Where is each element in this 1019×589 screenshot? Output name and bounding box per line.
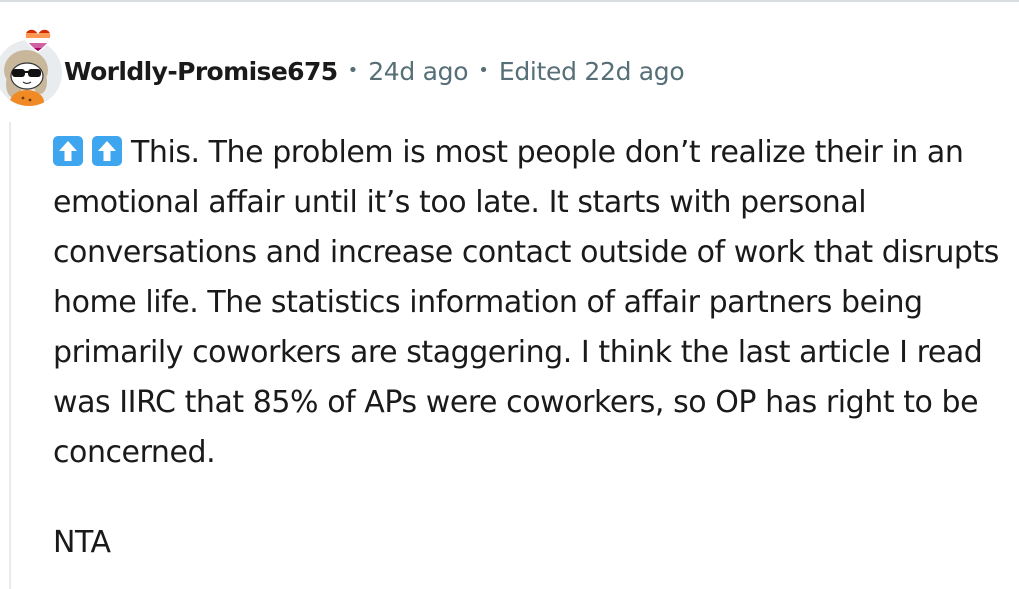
comment-header: Worldly-Promise675 • 24d ago • Edited 22… xyxy=(64,52,685,90)
verdict-text: NTA xyxy=(53,525,111,560)
lesbian-pride-heart-icon xyxy=(24,28,52,54)
comment: Worldly-Promise675 • 24d ago • Edited 22… xyxy=(0,0,1019,589)
up-arrow-emoji-icon xyxy=(53,136,83,166)
separator-dot: • xyxy=(347,59,359,81)
thread-line[interactable] xyxy=(9,122,11,589)
comment-paragraph: This. The problem is most people don’t r… xyxy=(53,128,1015,478)
username-link[interactable]: Worldly-Promise675 xyxy=(64,57,338,86)
edited-label: Edited 22d ago xyxy=(498,56,685,86)
separator-dot: • xyxy=(478,59,489,81)
up-arrow-emoji-icon xyxy=(92,136,122,166)
comment-timestamp[interactable]: 24d ago xyxy=(368,57,468,86)
comment-text: This. The problem is most people don’t r… xyxy=(53,135,999,470)
comment-body: This. The problem is most people don’t r… xyxy=(53,128,1015,568)
